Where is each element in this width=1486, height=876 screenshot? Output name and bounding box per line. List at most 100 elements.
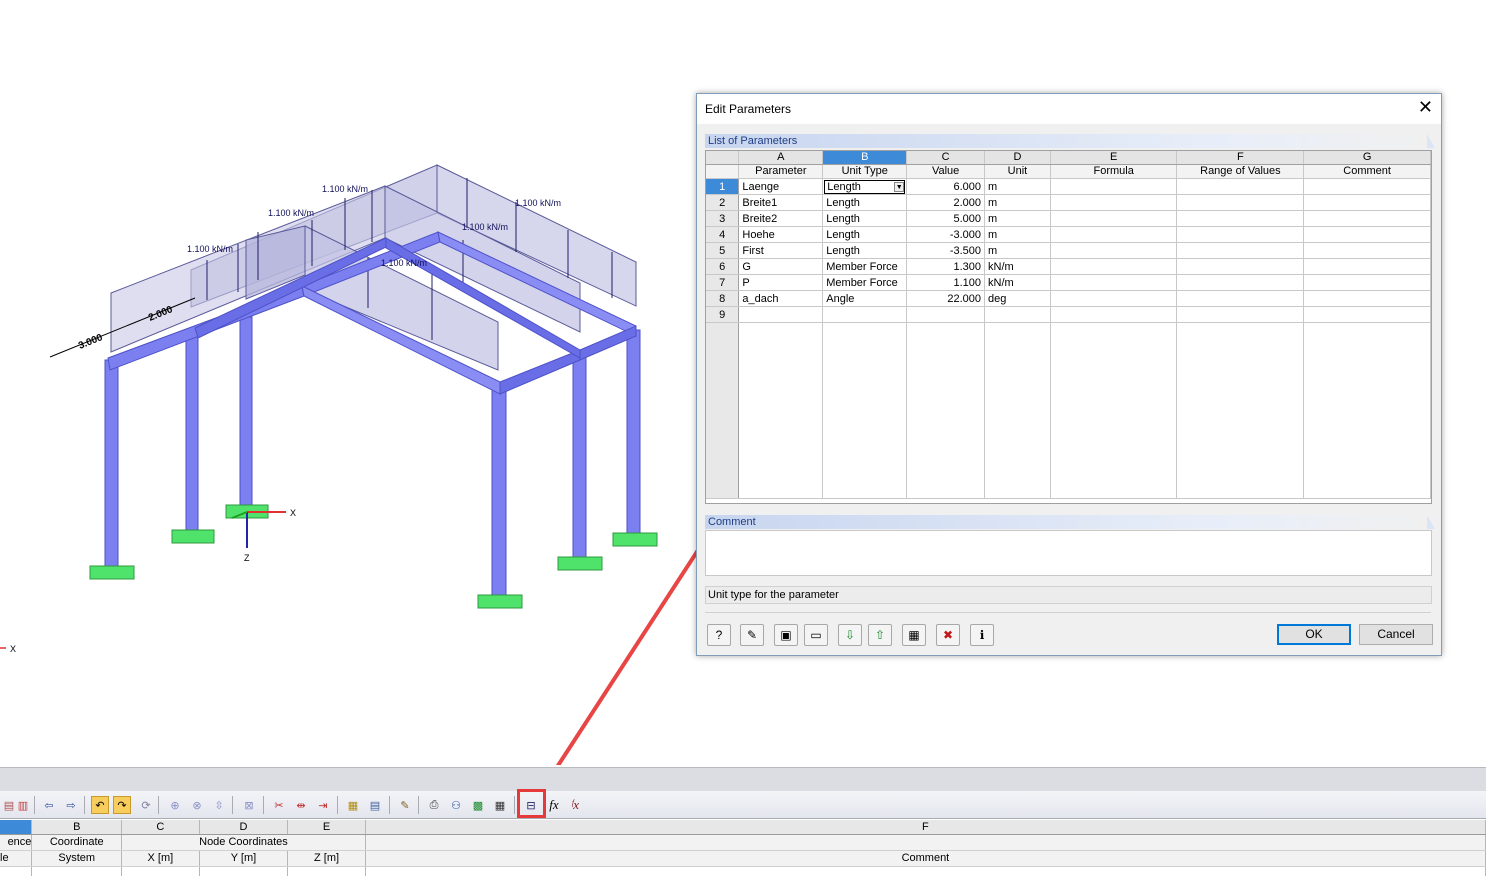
delete-formula-icon[interactable]: ᶠx [566, 796, 584, 814]
delete-icon[interactable]: ✖ [936, 624, 960, 646]
table-row[interactable]: 9 [706, 306, 1431, 323]
nodes-cell[interactable] [121, 866, 200, 876]
calculator-icon[interactable]: ▦ [902, 624, 926, 646]
panel-splitter[interactable] [0, 767, 1486, 791]
range-cell[interactable] [1176, 306, 1305, 323]
unit-cell[interactable]: m [984, 242, 1051, 259]
table-row[interactable]: 3 Breite2 Length 5.000 m [706, 210, 1431, 227]
nodes-column-letter-e[interactable]: E [287, 820, 366, 835]
cancel-button[interactable]: Cancel [1359, 624, 1433, 645]
ok-button[interactable]: OK [1277, 624, 1351, 645]
row-number[interactable]: 5 [706, 242, 740, 259]
column-letter-g[interactable]: G [1303, 151, 1431, 165]
calculator-icon[interactable]: ▦ [491, 796, 509, 814]
value-cell[interactable]: 22.000 [906, 290, 986, 307]
range-cell[interactable] [1176, 242, 1305, 259]
parameters-table[interactable]: A B C D E F G Parameter Unit Type Value … [706, 151, 1431, 499]
previous-table-icon[interactable]: ⇦ [40, 796, 58, 814]
table-row[interactable]: 5 First Length -3.500 m [706, 242, 1431, 259]
range-cell[interactable] [1176, 290, 1305, 307]
table-row[interactable]: 1 Laenge Length ▼ 6.000 m [706, 178, 1431, 195]
delete-column-icon[interactable]: ✂ [270, 796, 288, 814]
parameter-cell[interactable]: Breite1 [738, 194, 824, 211]
formula-cell[interactable] [1050, 306, 1178, 323]
refresh-icon[interactable]: ⟳ [137, 796, 155, 814]
comment-cell[interactable] [1303, 226, 1431, 243]
comment-cell[interactable] [1303, 306, 1431, 323]
save-icon[interactable]: ▣ [774, 624, 798, 646]
nodes-column-letter-c[interactable]: C [121, 820, 200, 835]
grid-blue-icon[interactable]: ▤ [366, 796, 384, 814]
parameter-cell[interactable]: Breite2 [738, 210, 824, 227]
excel-icon[interactable]: ▩ [469, 796, 487, 814]
table-row[interactable]: 7 P Member Force 1.100 kN/m [706, 274, 1431, 291]
unit-cell[interactable]: m [984, 194, 1051, 211]
range-cell[interactable] [1176, 194, 1305, 211]
value-cell[interactable]: 2.000 [906, 194, 986, 211]
unit-cell[interactable]: kN/m [984, 258, 1051, 275]
parameter-cell[interactable]: P [738, 274, 824, 291]
unit-type-cell[interactable]: Length [822, 226, 908, 243]
comment-cell[interactable] [1303, 274, 1431, 291]
nodes-column-letter-d[interactable]: D [199, 820, 289, 835]
column-letter-a[interactable]: A [738, 151, 824, 165]
unit-cell[interactable] [984, 306, 1051, 323]
dialog-titlebar[interactable]: Edit Parameters ✕ [697, 94, 1441, 124]
table-row[interactable]: 6 G Member Force 1.300 kN/m [706, 258, 1431, 275]
row-number[interactable]: 1 [706, 178, 740, 195]
row-number[interactable]: 7 [706, 274, 740, 291]
close-icon[interactable]: ✕ [1418, 98, 1433, 116]
move-column-icon[interactable]: ⇥ [314, 796, 332, 814]
comment-cell[interactable] [1303, 210, 1431, 227]
parameter-cell[interactable]: Hoehe [738, 226, 824, 243]
value-cell[interactable]: 1.300 [906, 258, 986, 275]
column-letter-e[interactable]: E [1050, 151, 1178, 165]
unit-type-cell[interactable]: Length [822, 210, 908, 227]
nodes-column-letter-b[interactable]: B [31, 820, 123, 835]
filter-icon[interactable]: ↶ [91, 796, 109, 814]
parameter-cell[interactable]: First [738, 242, 824, 259]
row-number[interactable]: 6 [706, 258, 740, 275]
edit-icon[interactable]: ✎ [740, 624, 764, 646]
parameters-grid[interactable]: A B C D E F G Parameter Unit Type Value … [705, 150, 1432, 504]
unit-type-cell[interactable]: Length [822, 242, 908, 259]
chart-icon[interactable]: ▥ [14, 796, 32, 814]
insert-column-icon[interactable]: ⇹ [292, 796, 310, 814]
value-cell[interactable]: 6.000 [906, 178, 986, 195]
comment-cell[interactable] [1303, 258, 1431, 275]
value-cell[interactable]: -3.500 [906, 242, 986, 259]
unit-cell[interactable]: m [984, 210, 1051, 227]
open-icon[interactable]: ▭ [804, 624, 828, 646]
row-number[interactable]: 2 [706, 194, 740, 211]
chevron-down-icon[interactable]: ▼ [894, 181, 905, 192]
unit-type-cell[interactable]: Length ▼ [822, 178, 908, 195]
value-cell[interactable]: 5.000 [906, 210, 986, 227]
range-cell[interactable] [1176, 274, 1305, 291]
comment-cell[interactable] [1303, 194, 1431, 211]
insert-row-icon[interactable]: ⊕ [166, 796, 184, 814]
formula-cell[interactable] [1050, 194, 1178, 211]
nodes-column-letter-f[interactable]: F [365, 820, 1486, 835]
table-row[interactable]: 2 Breite1 Length 2.000 m [706, 194, 1431, 211]
parameter-cell[interactable] [738, 306, 824, 323]
column-letter-b[interactable]: B [822, 151, 908, 165]
formula-icon[interactable]: fx [545, 796, 563, 814]
row-number[interactable]: 4 [706, 226, 740, 243]
unit-type-cell[interactable] [822, 306, 908, 323]
unit-cell[interactable]: m [984, 178, 1051, 195]
unit-type-cell[interactable]: Member Force [822, 258, 908, 275]
value-cell[interactable]: 1.100 [906, 274, 986, 291]
formula-cell[interactable] [1050, 242, 1178, 259]
formula-cell[interactable] [1050, 210, 1178, 227]
comment-cell[interactable] [1303, 290, 1431, 307]
sort-icon[interactable]: ⇳ [210, 796, 228, 814]
unit-type-cell[interactable]: Member Force [822, 274, 908, 291]
nodes-cell[interactable] [199, 866, 289, 876]
value-cell[interactable]: -3.000 [906, 226, 986, 243]
value-cell[interactable] [906, 306, 986, 323]
unit-cell[interactable]: m [984, 226, 1051, 243]
column-letter-c[interactable]: C [906, 151, 986, 165]
parameter-cell[interactable]: G [738, 258, 824, 275]
range-cell[interactable] [1176, 210, 1305, 227]
row-number[interactable]: 9 [706, 306, 740, 323]
